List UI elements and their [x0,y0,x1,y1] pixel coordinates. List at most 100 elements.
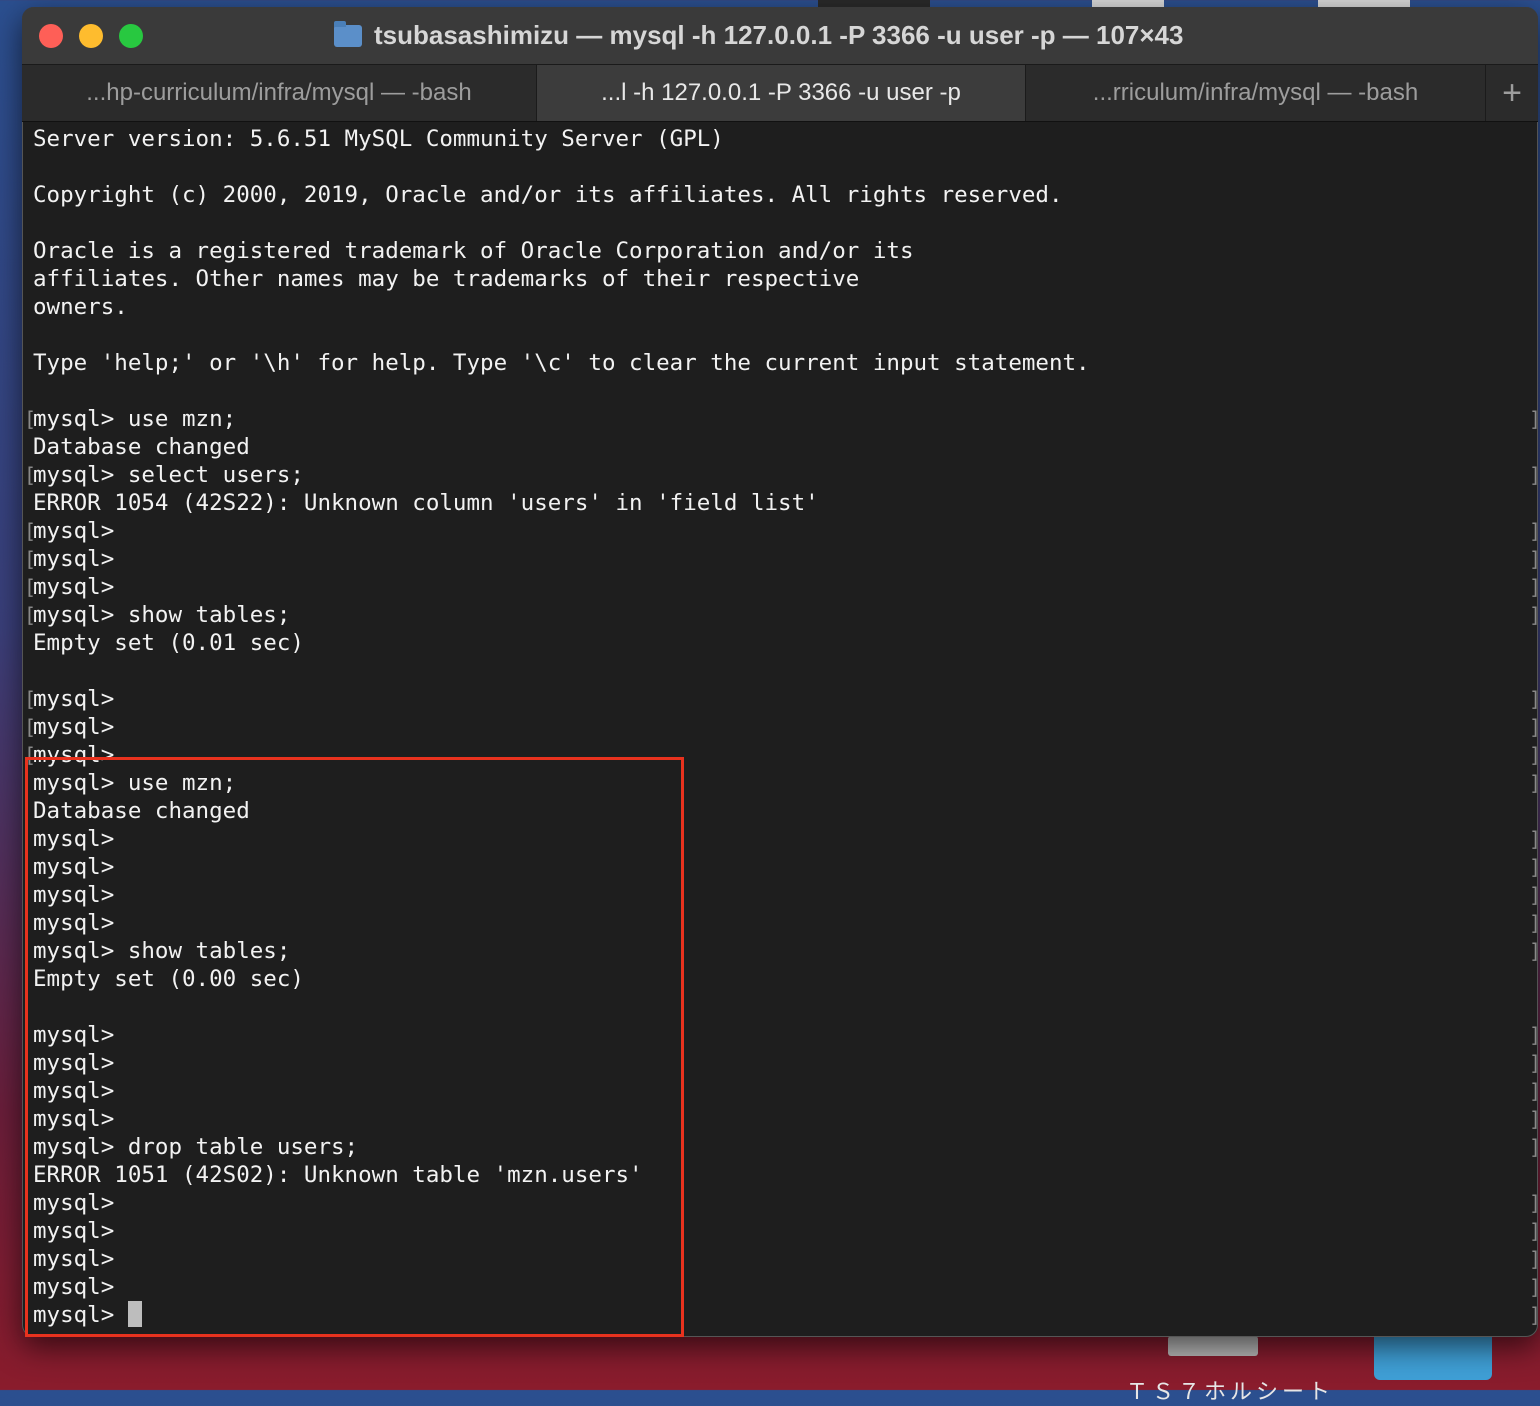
prompt-line: ] mysql> [33,1049,1538,1077]
close-button[interactable] [39,24,63,48]
line-text: Empty set (0.01 sec) [33,630,304,656]
prompt-line: [] mysql> [24,741,1538,769]
output-line: Copyright (c) 2000, 2019, Oracle and/or … [33,181,1538,209]
prompt-line: ] mysql> [33,1273,1538,1301]
tab-bash-1[interactable]: ...hp-curriculum/infra/mysql — -bash [22,65,537,121]
line-mark-right: ] [1529,937,1538,965]
line-text: owners. [33,294,128,320]
prompt-line: ] mysql> use mzn; [33,769,1538,797]
line-text: mysql> select users; [33,462,304,488]
line-text: mysql> [33,686,115,712]
line-mark-right: ] [1529,1133,1538,1161]
line-mark-right: ] [1529,517,1538,545]
line-mark-left: [ [24,603,37,627]
line-text: mysql> [33,546,115,572]
prompt-line: [] mysql> [24,685,1538,713]
line-mark-right: ] [1529,1245,1538,1273]
line-text: mysql> [33,1078,115,1104]
line-mark-left: [ [24,575,37,599]
line-text: mysql> [33,826,115,852]
zoom-button[interactable] [119,24,143,48]
line-text: mysql> show tables; [33,938,291,964]
output-line: Server version: 5.6.51 MySQL Community S… [33,125,1538,153]
text-cursor [127,1301,142,1327]
line-mark-right: ] [1529,1105,1538,1133]
prompt-line: [] mysql> select users; [24,461,1538,489]
terminal-output[interactable]: Server version: 5.6.51 MySQL Community S… [22,121,1538,1337]
line-mark-right: ] [1529,1217,1538,1245]
prompt-line: [] mysql> [24,517,1538,545]
output-line: ERROR 1051 (42S02): Unknown table 'mzn.u… [33,1161,1538,1189]
line-text: mysql> [33,854,115,880]
output-line: owners. [33,293,1538,321]
line-text: mysql> show tables; [33,602,291,628]
line-mark-right: ] [1529,909,1538,937]
minimize-button[interactable] [79,24,103,48]
plus-icon: + [1502,73,1522,112]
output-line: ERROR 1054 (42S22): Unknown column 'user… [33,489,1538,517]
line-mark-right: ] [1529,461,1538,489]
output-line: affiliates. Other names may be trademark… [33,265,1538,293]
output-line: Empty set (0.00 sec) [33,965,1538,993]
prompt-line: ] mysql> [33,1245,1538,1273]
line-text: mysql> [33,742,115,768]
line-mark-left: [ [24,407,37,431]
desktop-file-icon[interactable] [1168,1336,1258,1356]
output-line: Database changed [33,797,1538,825]
tab-mysql-active[interactable]: ...l -h 127.0.0.1 -P 3366 -u user -p [537,65,1026,121]
line-mark-right: ] [1529,1189,1538,1217]
line-text: mysql> [33,1190,115,1216]
line-text: mysql> [33,910,115,936]
line-mark-right: ] [1529,853,1538,881]
line-mark-left: [ [24,547,37,571]
prompt-line: ] mysql> [33,909,1538,937]
line-mark-right: ] [1529,1301,1538,1329]
line-mark-left: [ [24,687,37,711]
line-text: affiliates. Other names may be trademark… [33,266,860,292]
prompt-line: ] mysql> [33,825,1538,853]
line-text: Empty set (0.00 sec) [33,966,304,992]
line-mark-right: ] [1529,881,1538,909]
prompt-line: ] mysql> [33,1189,1538,1217]
terminal-window: tsubasashimizu — mysql -h 127.0.0.1 -P 3… [22,7,1538,1337]
tab-label: ...hp-curriculum/infra/mysql — -bash [86,79,472,106]
line-text: mysql> [33,1274,115,1300]
prompt-line: ] mysql> [33,1021,1538,1049]
line-text: Copyright (c) 2000, 2019, Oracle and/or … [33,182,1063,208]
folder-icon [334,20,362,47]
prompt-line: [] mysql> show tables; [24,601,1538,629]
tab-label: ...l -h 127.0.0.1 -P 3366 -u user -p [601,79,961,106]
prompt-line: [] mysql> [24,713,1538,741]
line-mark-right: ] [1529,741,1538,769]
line-text: Server version: 5.6.51 MySQL Community S… [33,126,724,152]
line-text: mysql> [33,1050,115,1076]
prompt-line: ] mysql> [33,853,1538,881]
desktop-folder-icon[interactable] [1374,1330,1492,1380]
line-mark-right: ] [1529,601,1538,629]
window-title-group: tsubasashimizu — mysql -h 127.0.0.1 -P 3… [334,20,1183,51]
prompt-line: [] mysql> use mzn; [24,405,1538,433]
window-title: tsubasashimizu — mysql -h 127.0.0.1 -P 3… [374,20,1184,50]
line-text: mysql> [33,1218,115,1244]
line-text: Oracle is a registered trademark of Orac… [33,238,914,264]
output-line: Oracle is a registered trademark of Orac… [33,237,1538,265]
line-text: mysql> [33,1302,128,1328]
line-mark-right: ] [1529,825,1538,853]
new-tab-button[interactable]: + [1486,65,1538,121]
line-text: Database changed [33,434,250,460]
line-text: Type 'help;' or '\h' for help. Type '\c'… [33,350,1090,376]
line-mark-right: ] [1529,769,1538,797]
line-mark-left: [ [24,743,37,767]
line-text: mysql> use mzn; [33,406,237,432]
title-bar[interactable]: tsubasashimizu — mysql -h 127.0.0.1 -P 3… [22,7,1538,65]
line-mark-right: ] [1529,1049,1538,1077]
prompt-line: [] mysql> [24,545,1538,573]
tab-bash-2[interactable]: ...rriculum/infra/mysql — -bash [1026,65,1486,121]
line-text: ERROR 1051 (42S02): Unknown table 'mzn.u… [33,1162,643,1188]
line-text: Database changed [33,798,250,824]
output-line: Database changed [33,433,1538,461]
line-mark-right: ] [1529,545,1538,573]
line-text: mysql> drop table users; [33,1134,359,1160]
tab-bar: ...hp-curriculum/infra/mysql — -bash ...… [22,65,1538,122]
